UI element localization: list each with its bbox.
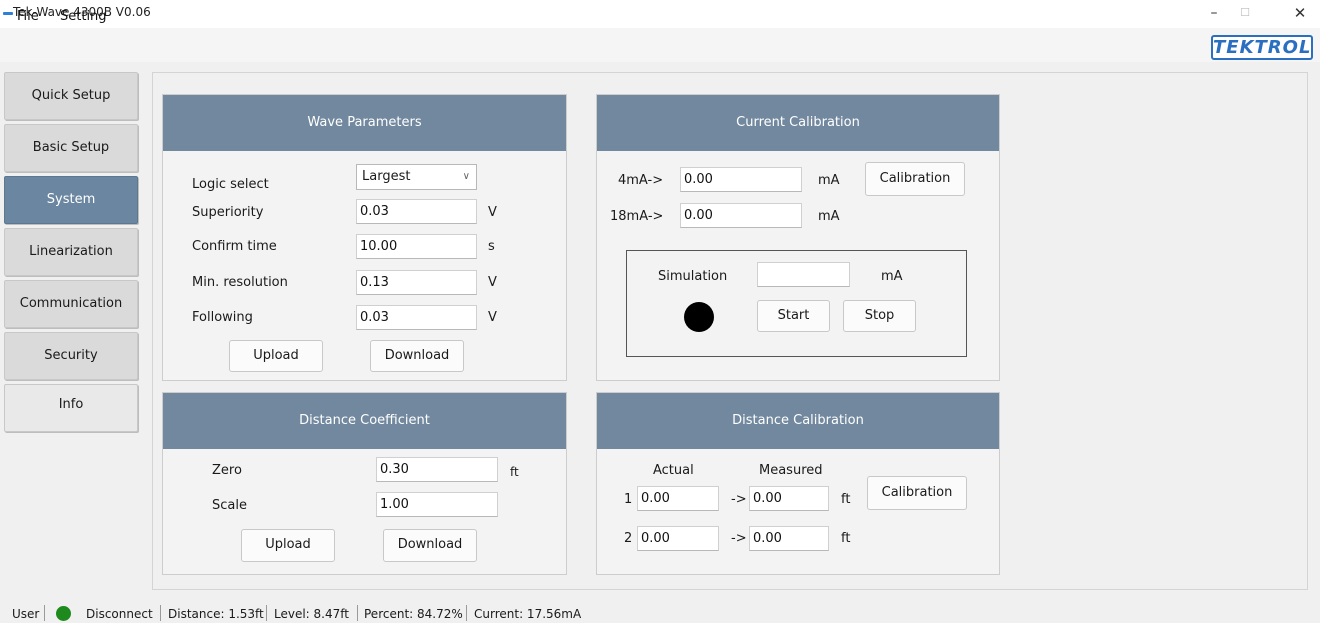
following-field[interactable]: 0.03 [356,305,477,330]
ma4-field[interactable]: 0.00 [680,167,802,192]
logic-select-label: Logic select [192,177,269,192]
nav-linearization[interactable]: Linearization [4,228,138,276]
title-bar [0,0,1320,28]
superiority-unit: V [488,205,497,220]
zero-unit: ft [510,465,519,479]
status-divider [160,605,161,621]
chevron-down-icon: ∨ [462,171,470,182]
status-user: User [12,607,40,621]
confirm-time-unit: s [488,239,495,254]
simulation-group: Simulation mA Start Stop [626,250,967,357]
coefficient-download-button[interactable]: Download [383,529,477,562]
status-divider [266,605,267,621]
following-unit: V [488,310,497,325]
ma4-label: 4mA-> [618,173,664,188]
distance-calibration-panel: Distance Calibration Actual Measured 1 0… [596,392,1000,575]
row2-actual-field[interactable]: 0.00 [637,526,719,551]
current-calibration-button[interactable]: Calibration [865,162,965,196]
measured-header: Measured [759,463,823,478]
min-resolution-field[interactable]: 0.13 [356,270,477,295]
status-divider [357,605,358,621]
ma18-field[interactable]: 0.00 [680,203,802,228]
scale-field[interactable]: 1.00 [376,492,498,517]
simulation-field[interactable] [757,262,850,287]
status-divider [44,605,45,621]
status-divider [466,605,467,621]
app-icon [3,12,13,15]
following-label: Following [192,310,253,325]
nav-security[interactable]: Security [4,332,138,380]
nav-communication[interactable]: Communication [4,280,138,328]
row2-unit: ft [841,531,851,546]
menu-bar [0,28,1320,62]
connection-status-icon [56,606,71,621]
zero-field[interactable]: 0.30 [376,457,498,482]
superiority-label: Superiority [192,205,264,220]
maximize-button[interactable]: ☐ [1227,2,1263,24]
brand-logo: TEKTROL [1211,35,1313,60]
row1-measured-field[interactable]: 0.00 [749,486,829,511]
coefficient-upload-button[interactable]: Upload [241,529,335,562]
wave-download-button[interactable]: Download [370,340,464,372]
status-percent: Percent: 84.72% [364,607,463,621]
ma18-unit: mA [818,209,840,224]
simulation-stop-button[interactable]: Stop [843,300,916,332]
wave-upload-button[interactable]: Upload [229,340,323,372]
wave-parameters-title: Wave Parameters [163,95,566,151]
confirm-time-label: Confirm time [192,239,277,254]
simulation-label: Simulation [658,269,728,284]
ma18-label: 18mA-> [610,209,664,224]
nav-basic-setup[interactable]: Basic Setup [4,124,138,172]
row2-index: 2 [624,531,633,546]
row2-arrow: -> [731,531,747,546]
close-button[interactable]: ✕ [1282,2,1318,24]
row2-measured-field[interactable]: 0.00 [749,526,829,551]
nav-system[interactable]: System [4,176,138,224]
row1-unit: ft [841,492,851,507]
menu-setting[interactable]: Setting [60,9,107,24]
distance-calibration-title: Distance Calibration [597,393,999,449]
wave-parameters-panel: Wave Parameters Logic select Largest ∨ S… [162,94,567,381]
min-resolution-unit: V [488,275,497,290]
status-connection: Disconnect [86,607,153,621]
confirm-time-field[interactable]: 10.00 [356,234,477,259]
status-current: Current: 17.56mA [474,607,582,621]
menu-file[interactable]: File [17,9,39,24]
row1-arrow: -> [731,492,747,507]
distance-calibration-button[interactable]: Calibration [867,476,967,510]
current-calibration-title: Current Calibration [597,95,999,151]
row1-index: 1 [624,492,633,507]
status-level: Level: 8.47ft [274,607,349,621]
nav-info[interactable]: Info [4,384,138,432]
superiority-field[interactable]: 0.03 [356,199,477,224]
simulation-start-button[interactable]: Start [757,300,830,332]
logic-select-dropdown[interactable]: Largest ∨ [356,164,477,190]
current-calibration-panel: Current Calibration 4mA-> 0.00 mA 18mA->… [596,94,1000,381]
status-distance: Distance: 1.53ft [168,607,264,621]
ma4-unit: mA [818,173,840,188]
distance-coefficient-title: Distance Coefficient [163,393,566,449]
actual-header: Actual [653,463,694,478]
min-resolution-label: Min. resolution [192,275,288,290]
zero-label: Zero [212,463,242,478]
row1-actual-field[interactable]: 0.00 [637,486,719,511]
scale-label: Scale [212,498,247,513]
logic-select-value: Largest [362,169,411,184]
nav-quick-setup[interactable]: Quick Setup [4,72,138,120]
distance-coefficient-panel: Distance Coefficient Zero 0.30 ft Scale … [162,392,567,575]
simulation-indicator [684,302,714,332]
simulation-unit: mA [881,269,903,284]
